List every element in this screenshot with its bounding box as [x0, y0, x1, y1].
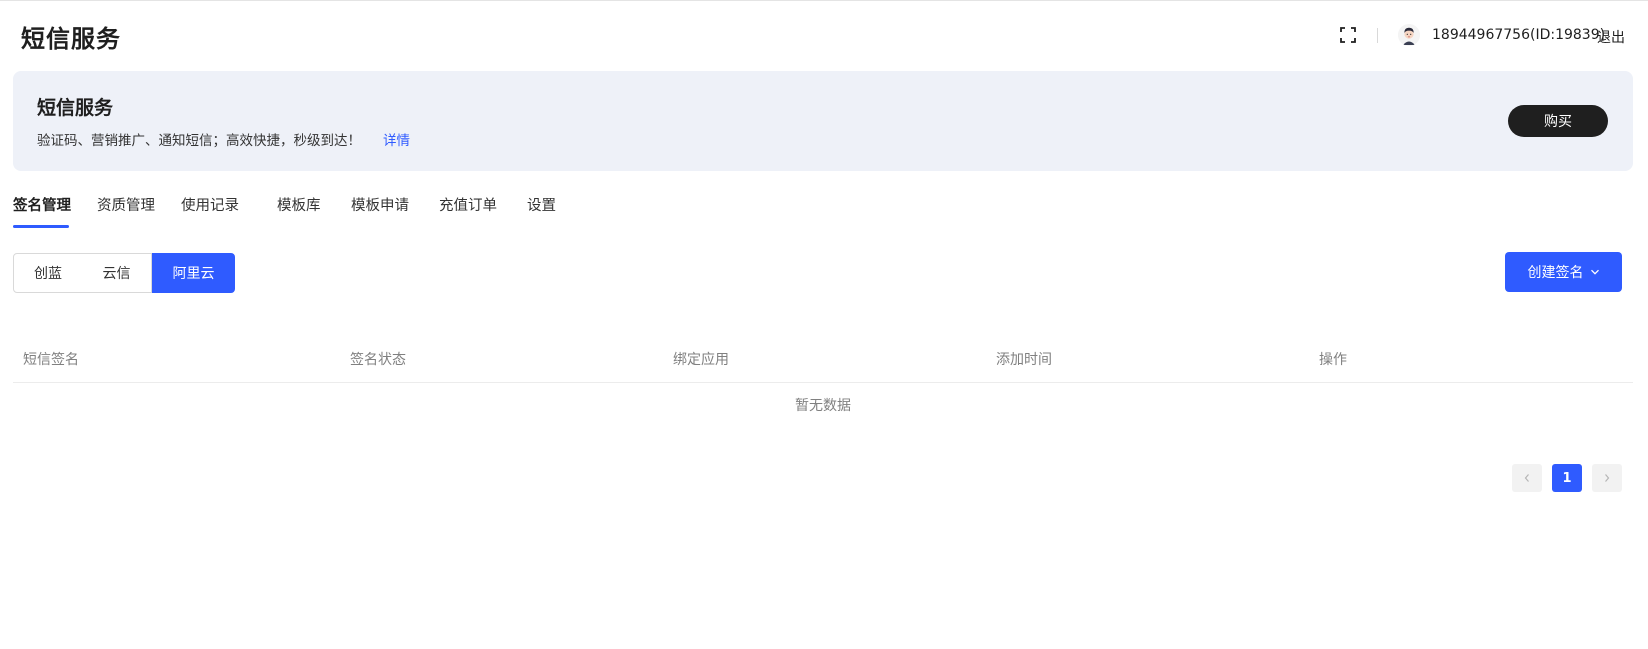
page-header: 短信服务 18944967756(ID:19839) 退出 — [0, 1, 1648, 69]
service-banner: 短信服务 验证码、营销推广、通知短信；高效快捷，秒级到达！ 详情 购买 — [13, 71, 1633, 171]
signature-table: 短信签名 签名状态 绑定应用 添加时间 操作 暂无数据 — [13, 337, 1633, 414]
header-divider — [1377, 28, 1378, 43]
create-signature-button[interactable]: 创建签名 — [1505, 252, 1622, 292]
pagination-page-button[interactable]: 1 — [1552, 464, 1582, 492]
logout-link[interactable]: 退出 — [1597, 27, 1625, 47]
banner-description: 验证码、营销推广、通知短信；高效快捷，秒级到达！ — [37, 133, 361, 149]
tab-signature-management[interactable]: 签名管理 — [13, 194, 71, 215]
tab-template-application[interactable]: 模板申请 — [351, 194, 409, 215]
user-account-label: 18944967756(ID:19839) — [1432, 27, 1606, 43]
details-link[interactable]: 详情 — [383, 129, 410, 149]
column-header-status: 签名状态 — [350, 352, 406, 368]
tab-qualification-management[interactable]: 资质管理 — [97, 194, 155, 215]
active-tab-indicator — [13, 225, 69, 228]
create-signature-label: 创建签名 — [1527, 265, 1584, 281]
avatar-icon — [1398, 24, 1420, 46]
avatar[interactable] — [1398, 24, 1420, 46]
chevron-right-icon — [1605, 474, 1610, 482]
tab-template-library[interactable]: 模板库 — [277, 194, 321, 215]
column-header-actions: 操作 — [1319, 352, 1347, 368]
tab-recharge-orders[interactable]: 充值订单 — [439, 194, 497, 215]
tab-bar: 签名管理 资质管理 使用记录 模板库 模板申请 充值订单 设置 — [13, 190, 1633, 230]
pagination-prev-button[interactable] — [1512, 464, 1542, 492]
page-title: 短信服务 — [21, 25, 121, 53]
pagination-next-button[interactable] — [1592, 464, 1622, 492]
column-header-signature: 短信签名 — [23, 352, 79, 368]
fullscreen-icon[interactable] — [1340, 27, 1356, 43]
chevron-down-icon — [1590, 269, 1599, 275]
provider-yunxin-button[interactable]: 云信 — [82, 253, 152, 293]
column-header-added-time: 添加时间 — [996, 352, 1052, 368]
table-header: 短信签名 签名状态 绑定应用 添加时间 操作 — [13, 337, 1633, 383]
column-header-bound-app: 绑定应用 — [673, 352, 729, 368]
tab-settings[interactable]: 设置 — [527, 194, 556, 215]
provider-chuanglan-button[interactable]: 创蓝 — [13, 253, 83, 293]
tab-usage-records[interactable]: 使用记录 — [181, 194, 239, 215]
chevron-left-icon — [1524, 474, 1529, 482]
empty-state-text: 暂无数据 — [795, 398, 851, 414]
buy-button[interactable]: 购买 — [1508, 105, 1608, 137]
banner-title: 短信服务 — [37, 97, 114, 119]
provider-aliyun-button[interactable]: 阿里云 — [152, 253, 235, 293]
